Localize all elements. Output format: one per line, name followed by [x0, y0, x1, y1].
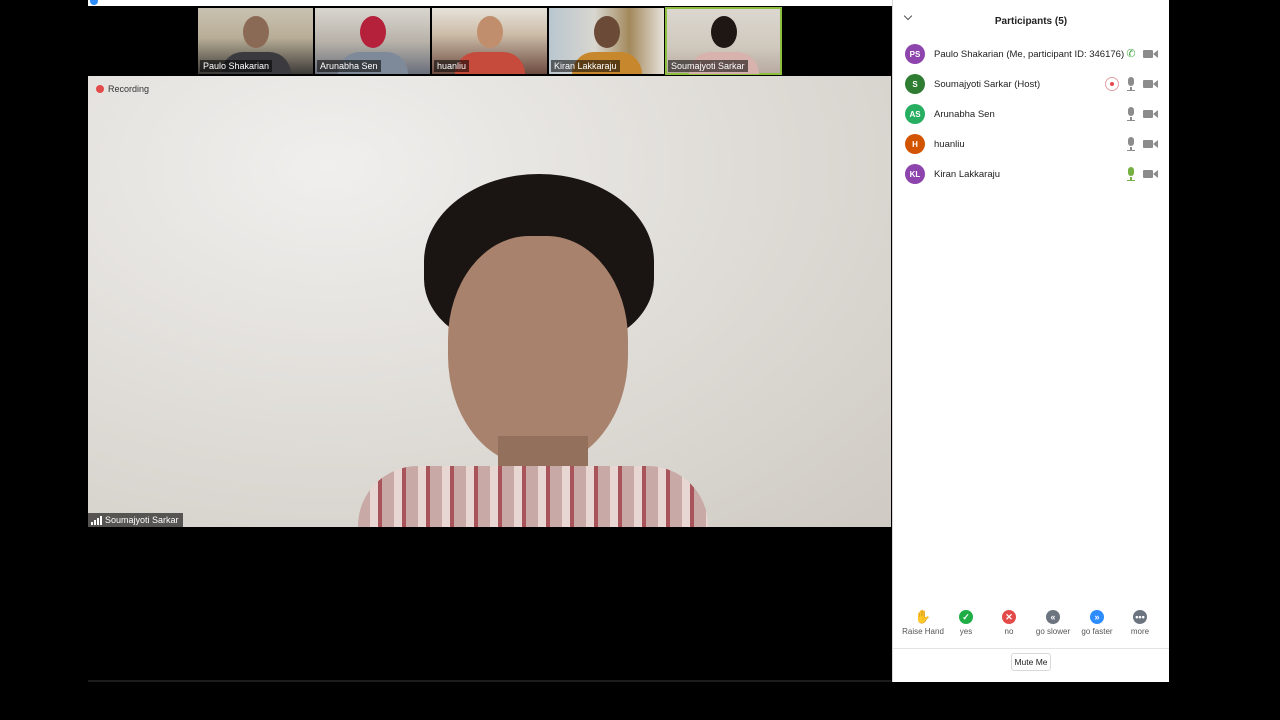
speaker-video-image — [358, 466, 708, 527]
avatar: KL — [905, 164, 925, 184]
participant-row[interactable]: AS Arunabha Sen — [893, 100, 1169, 130]
participant-name: Arunabha Sen — [934, 109, 995, 120]
avatar: H — [905, 134, 925, 154]
video-thumbnail-active[interactable]: Soumajyoti Sarkar — [665, 7, 782, 75]
video-thumbnail[interactable]: Paulo Shakarian — [198, 8, 313, 74]
microphone-icon[interactable] — [1124, 77, 1138, 91]
participant-video-image — [359, 16, 386, 48]
avatar: AS — [905, 104, 925, 124]
recording-indicator: Recording — [96, 84, 149, 94]
camera-icon[interactable] — [1143, 167, 1159, 181]
x-icon: ✕ — [1002, 610, 1016, 624]
participant-name: Kiran Lakkaraju — [934, 169, 1001, 180]
thumbnail-name: Arunabha Sen — [317, 60, 381, 72]
speaker-name-label: Soumajyoti Sarkar — [88, 513, 183, 527]
thumbnail-name: Paulo Shakarian — [200, 60, 273, 72]
reaction-label: go slower — [1035, 627, 1071, 636]
signal-strength-icon — [91, 515, 102, 525]
recording-icon — [96, 85, 104, 93]
thumbnail-name: Kiran Lakkaraju — [551, 60, 620, 72]
camera-icon[interactable] — [1143, 107, 1159, 121]
mute-me-button[interactable]: Mute Me — [1011, 653, 1051, 671]
participant-video-image — [242, 16, 269, 48]
microphone-active-icon[interactable] — [1124, 167, 1138, 181]
speaker-name: Soumajyoti Sarkar — [105, 515, 179, 525]
video-thumbnail[interactable]: Kiran Lakkaraju — [549, 8, 664, 74]
participant-name: Soumajyoti Sarkar (Host) — [934, 79, 1041, 90]
participant-name: Paulo Shakarian (Me, participant ID: 346… — [934, 49, 1125, 60]
camera-icon[interactable] — [1143, 137, 1159, 151]
participant-list: PS Paulo Shakarian (Me, participant ID: … — [893, 40, 1169, 190]
participant-video-image — [476, 16, 503, 48]
participant-row[interactable]: H huanliu — [893, 130, 1169, 160]
participant-video-image — [710, 16, 737, 48]
zoom-app-icon — [90, 0, 98, 5]
video-thumbnail[interactable]: huanliu — [432, 8, 547, 74]
thumbnail-name: Soumajyoti Sarkar — [668, 60, 748, 72]
speaker-video-image — [448, 236, 628, 466]
meeting-controls-bar — [88, 680, 891, 682]
participants-title: Participants (5) — [994, 16, 1068, 27]
nonverbal-feedback-bar: ✋ Raise Hand ✓ yes ✕ no « go slower » go… — [893, 608, 1169, 649]
more-icon: ••• — [1133, 610, 1147, 624]
avatar: PS — [905, 44, 925, 64]
video-thumbnail[interactable]: Arunabha Sen — [315, 8, 430, 74]
participants-header: Participants (5) — [893, 10, 1169, 34]
thumbnail-name: huanliu — [434, 60, 470, 72]
participants-panel: Participants (5) PS Paulo Shakarian (Me,… — [892, 0, 1169, 682]
go-slower-button[interactable]: « go slower — [1028, 608, 1078, 636]
participant-name: huanliu — [934, 139, 965, 150]
microphone-icon[interactable] — [1124, 107, 1138, 121]
participant-video-image — [593, 16, 620, 48]
participant-row[interactable]: PS Paulo Shakarian (Me, participant ID: … — [893, 40, 1169, 70]
no-button[interactable]: ✕ no — [984, 608, 1034, 636]
camera-icon[interactable] — [1143, 47, 1159, 61]
microphone-icon[interactable] — [1124, 137, 1138, 151]
reaction-label: more — [1130, 627, 1150, 636]
video-thumbnail-strip: Paulo Shakarian Arunabha Sen huanliu Kir… — [88, 6, 891, 76]
check-icon: ✓ — [959, 610, 973, 624]
avatar: S — [905, 74, 925, 94]
reaction-label: no — [1004, 627, 1014, 636]
more-button[interactable]: ••• more — [1115, 608, 1165, 636]
phone-audio-icon[interactable]: ✆ — [1124, 47, 1138, 61]
raise-hand-icon: ✋ — [914, 609, 932, 624]
active-speaker-video[interactable]: Recording Soumajyoti Sarkar — [88, 76, 891, 527]
recording-label: Recording — [108, 84, 150, 94]
rewind-icon: « — [1046, 610, 1060, 624]
participant-row[interactable]: KL Kiran Lakkaraju — [893, 160, 1169, 190]
participant-row[interactable]: S Soumajyoti Sarkar (Host) — [893, 70, 1169, 100]
camera-icon[interactable] — [1143, 77, 1159, 91]
fast-forward-icon: » — [1090, 610, 1104, 624]
recording-status-icon — [1105, 77, 1119, 91]
